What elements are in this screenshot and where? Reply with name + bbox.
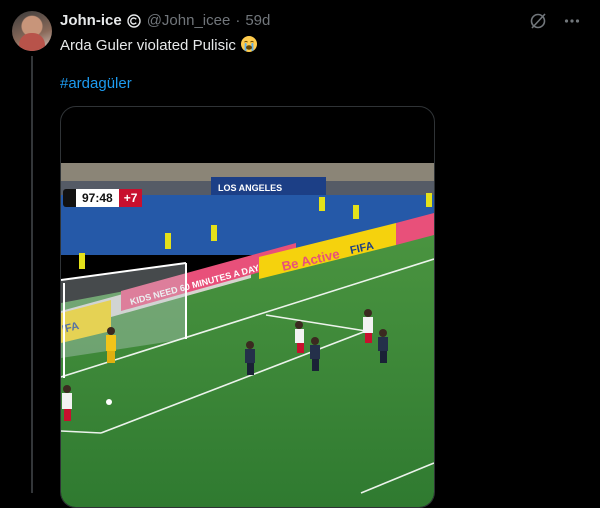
tweet-time[interactable]: 59d bbox=[245, 12, 270, 30]
tweet-actions bbox=[528, 11, 582, 31]
match-scoreboard: 97:48 +7 bbox=[63, 189, 143, 207]
author-name[interactable]: John-ice bbox=[60, 12, 122, 30]
hashtag-link[interactable]: #ardagüler bbox=[60, 74, 132, 94]
tweet-header: John-ice @John_icee · 59d bbox=[60, 12, 270, 30]
separator-dot: · bbox=[235, 12, 241, 29]
grok-icon[interactable] bbox=[528, 11, 548, 31]
avatar[interactable] bbox=[12, 11, 52, 51]
author-handle[interactable]: @John_icee bbox=[147, 12, 231, 30]
verified-icon bbox=[126, 14, 141, 28]
broadcaster-badge bbox=[63, 189, 76, 207]
more-icon[interactable] bbox=[562, 11, 582, 31]
added-time: +7 bbox=[118, 189, 143, 207]
tweet-text-content: Arda Guler violated Pulisic bbox=[60, 37, 236, 54]
thread-line bbox=[31, 56, 33, 493]
match-clock: 97:48 bbox=[76, 189, 119, 207]
svg-text:LOS ANGELES: LOS ANGELES bbox=[218, 183, 282, 193]
video-player[interactable]: LOS ANGELES KIDS NEED 60 MINUTES A DAY B… bbox=[60, 106, 435, 508]
loudly-crying-face-emoji bbox=[240, 36, 257, 52]
video-frame[interactable]: LOS ANGELES KIDS NEED 60 MINUTES A DAY B… bbox=[61, 163, 434, 507]
tweet-text: Arda Guler violated Pulisic bbox=[60, 35, 258, 56]
